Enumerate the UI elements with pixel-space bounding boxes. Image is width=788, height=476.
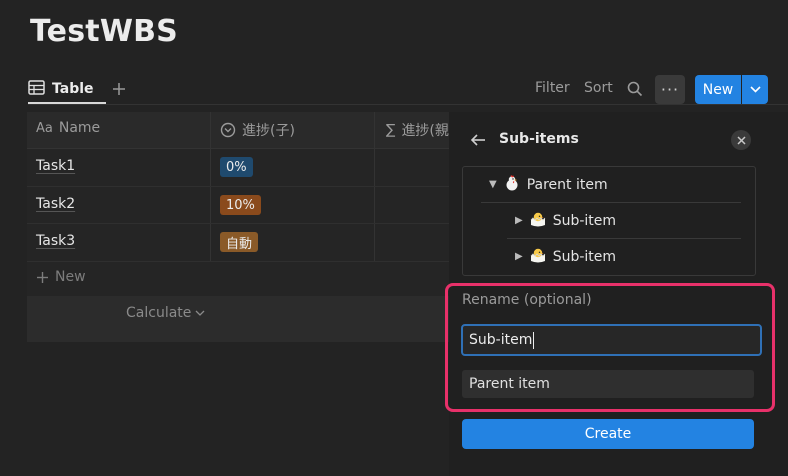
tree-item-sub[interactable]: ▶ Sub-item [463, 239, 755, 274]
create-button[interactable]: Create [462, 419, 754, 449]
plus-icon [113, 83, 125, 95]
expand-right-icon[interactable]: ▶ [515, 215, 523, 226]
column-header-progress-child[interactable]: 進捗(子) [220, 120, 295, 140]
chick-icon [529, 210, 547, 232]
tab-table-label: Table [52, 81, 94, 97]
add-view-button[interactable] [108, 76, 130, 102]
progress-tag[interactable]: 10% [220, 195, 261, 215]
more-options-button[interactable]: ··· [655, 75, 685, 104]
page-title: TestWBS [30, 14, 178, 49]
row-name-cell[interactable]: Task3 [36, 233, 75, 249]
filter-button[interactable]: Filter [535, 80, 570, 96]
table-icon [28, 79, 45, 99]
toolbar-divider [28, 104, 788, 105]
close-icon [736, 135, 746, 145]
arrow-left-icon [470, 134, 485, 146]
search-button[interactable] [624, 78, 646, 100]
search-icon [627, 81, 643, 97]
tab-table[interactable]: Table [28, 76, 94, 102]
close-button[interactable] [731, 130, 751, 150]
new-dropdown-button[interactable] [742, 75, 768, 104]
select-property-icon [220, 122, 236, 138]
tree-item-sub[interactable]: ▶ Sub-item [463, 203, 755, 238]
tree-item-parent[interactable]: ▼ Parent item [463, 167, 755, 202]
chicken-icon [503, 174, 521, 196]
sort-button[interactable]: Sort [584, 80, 613, 96]
new-button[interactable]: New [695, 75, 741, 104]
calculate-row [27, 296, 449, 342]
column-header-progress-parent[interactable]: ∑ 進捗(親 [386, 120, 449, 140]
rollup-sum-icon: ∑ [386, 122, 396, 138]
expand-down-icon[interactable]: ▼ [489, 179, 497, 190]
row-name-cell[interactable]: Task1 [36, 158, 75, 174]
chevron-down-icon [749, 86, 761, 93]
back-button[interactable] [466, 129, 490, 151]
progress-tag[interactable]: 0% [220, 157, 253, 177]
column-header-name[interactable]: Aa Name [36, 120, 100, 136]
panel-title: Sub-items [499, 131, 579, 147]
chevron-down-icon [195, 310, 205, 316]
calculate-button[interactable]: Calculate [126, 305, 205, 321]
sub-items-tree: ▼ Parent item ▶ Sub-item ▶ Sub-item [462, 166, 756, 276]
row-name-cell[interactable]: Task2 [36, 196, 75, 212]
expand-right-icon[interactable]: ▶ [515, 251, 523, 262]
progress-tag[interactable]: 自動 [220, 232, 259, 252]
chick-icon [529, 246, 547, 268]
highlight-box [445, 283, 775, 412]
new-row-button[interactable]: New [36, 269, 86, 285]
text-property-icon: Aa [36, 120, 53, 136]
plus-icon [37, 271, 48, 283]
